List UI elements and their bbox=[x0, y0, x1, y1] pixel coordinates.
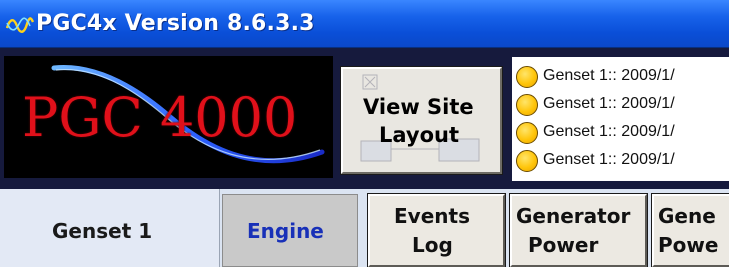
status-indicator-icon bbox=[516, 94, 538, 116]
events-log-button[interactable]: Events Log bbox=[367, 193, 506, 267]
events-list: Genset 1:: 2009/1/ Genset 1:: 2009/1/ Ge… bbox=[512, 57, 729, 181]
events-log-label-line2: Log bbox=[412, 233, 453, 257]
event-text: Genset 1:: 2009/1/ bbox=[543, 95, 675, 112]
event-text: Genset 1:: 2009/1/ bbox=[543, 67, 675, 84]
tab-genset-label: Genset 1 bbox=[52, 219, 153, 243]
pgc4x-window: PGC4x Version 8.6.3.3 PGC 4000 View Site… bbox=[0, 0, 729, 267]
generator-power-2-label-line2: Powe bbox=[658, 233, 719, 257]
title-bar[interactable]: PGC4x Version 8.6.3.3 bbox=[0, 0, 729, 48]
tab-engine-label: Engine bbox=[247, 219, 324, 243]
generator-power-button[interactable]: Generator Power bbox=[509, 193, 648, 267]
event-item[interactable]: Genset 1:: 2009/1/ bbox=[512, 119, 729, 147]
layout-label: Layout bbox=[379, 123, 460, 147]
event-item[interactable]: Genset 1:: 2009/1/ bbox=[512, 147, 729, 175]
sine-wave-icon bbox=[6, 17, 34, 33]
event-text: Genset 1:: 2009/1/ bbox=[543, 123, 675, 140]
generator-power-label-line1: Generator bbox=[516, 204, 631, 228]
tab-engine[interactable]: Engine bbox=[222, 194, 358, 267]
generator-power-button-2[interactable]: Gene Powe bbox=[651, 193, 729, 267]
view-site-label: View Site bbox=[363, 95, 474, 119]
status-indicator-icon bbox=[516, 122, 538, 144]
status-indicator-icon bbox=[516, 150, 538, 172]
generator-power-2-label-line1: Gene bbox=[658, 204, 716, 228]
view-site-layout-button[interactable]: View Site Layout bbox=[340, 66, 503, 175]
event-text: Genset 1:: 2009/1/ bbox=[543, 151, 675, 168]
event-item[interactable]: Genset 1:: 2009/1/ bbox=[512, 91, 729, 119]
logo-text: PGC 4000 bbox=[22, 86, 298, 149]
events-log-label-line1: Events bbox=[394, 204, 470, 228]
window-title: PGC4x Version 8.6.3.3 bbox=[36, 11, 315, 36]
tab-genset[interactable]: Genset 1 bbox=[0, 189, 220, 267]
pgc-logo: PGC 4000 bbox=[4, 56, 333, 178]
generator-power-label-line2: Power bbox=[528, 233, 599, 257]
event-item[interactable]: Genset 1:: 2009/1/ bbox=[512, 63, 729, 91]
status-indicator-icon bbox=[516, 66, 538, 88]
site-layout-icon bbox=[360, 74, 480, 162]
